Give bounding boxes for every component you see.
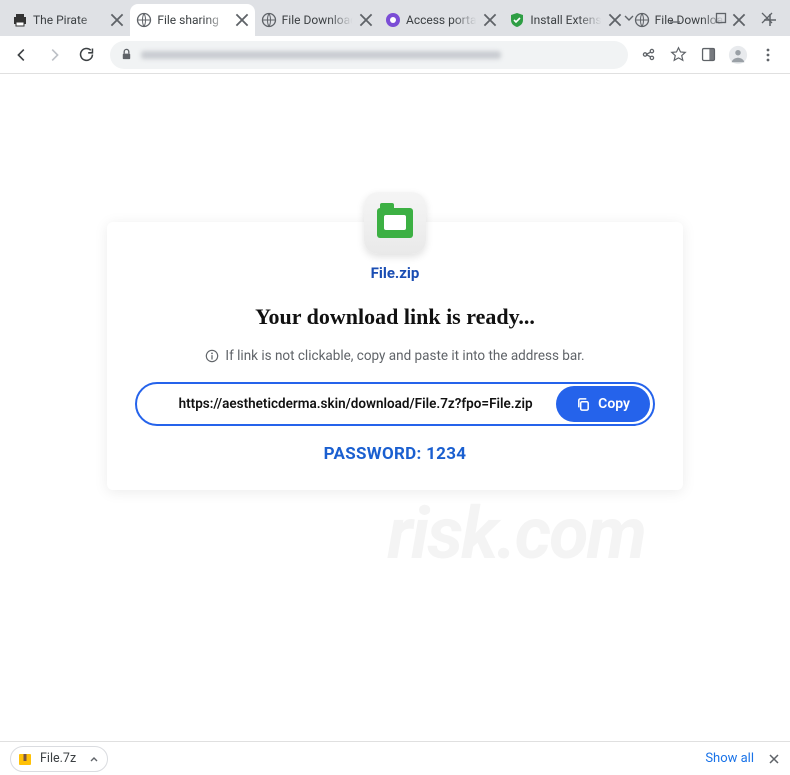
copy-button[interactable]: Copy [556,386,650,422]
tab-accessportal[interactable]: Access portal [379,4,503,36]
password-text: PASSWORD: 1234 [135,444,655,464]
reload-button[interactable] [72,41,100,69]
address-bar[interactable] [110,41,628,69]
browser-toolbar [0,36,790,74]
download-link[interactable]: https://aestheticderma.skin/download/Fil… [155,396,556,412]
close-icon[interactable] [483,13,497,27]
globe-icon [261,12,277,28]
tab-label: Access portal [406,13,478,27]
tab-label: File sharing [157,13,229,27]
tab-filedownload[interactable]: File Download [255,4,379,36]
info-icon [205,349,219,363]
chevron-up-icon[interactable] [89,754,99,764]
share-button[interactable] [638,45,658,65]
link-container: https://aestheticderma.skin/download/Fil… [135,382,655,426]
show-all-button[interactable]: Show all [705,751,754,766]
hint-label: If link is not clickable, copy and paste… [225,348,584,364]
window-close-button[interactable] [744,0,790,36]
archive-icon [17,751,33,767]
close-icon[interactable] [110,13,124,27]
menu-button[interactable] [758,45,778,65]
hint-text: If link is not clickable, copy and paste… [135,348,655,364]
tabs-dropdown-button[interactable] [606,0,652,36]
shield-icon [385,12,401,28]
page-viewport: File.zip Your download link is ready... … [0,110,790,741]
tab-label: File Download [282,13,354,27]
tab-filesharing[interactable]: File sharing [130,4,254,36]
url-text [141,51,501,59]
download-filename: File.7z [40,751,76,766]
back-button[interactable] [8,41,36,69]
download-shelf: File.7z Show all [0,741,790,775]
copy-label: Copy [598,396,630,412]
file-name: File.zip [135,264,655,282]
globe-icon [136,12,152,28]
download-card: File.zip Your download link is ready... … [107,222,683,490]
tab-piratebay[interactable]: The Pirate [6,4,130,36]
download-item[interactable]: File.7z [10,746,108,772]
maximize-button[interactable] [698,0,744,36]
tab-label: The Pirate [33,13,105,27]
minimize-button[interactable] [652,0,698,36]
lock-icon [120,48,133,61]
printer-icon [12,12,28,28]
tab-label: Install Extension [530,13,602,27]
profile-button[interactable] [728,45,748,65]
shield-check-icon [509,12,525,28]
close-icon[interactable] [359,13,373,27]
card-heading: Your download link is ready... [135,304,655,330]
archive-file-icon [364,192,426,254]
bookmark-button[interactable] [668,45,688,65]
forward-button[interactable] [40,41,68,69]
close-icon[interactable] [235,13,249,27]
copy-icon [576,397,591,412]
shelf-close-button[interactable] [768,753,780,765]
sidepanel-button[interactable] [698,45,718,65]
